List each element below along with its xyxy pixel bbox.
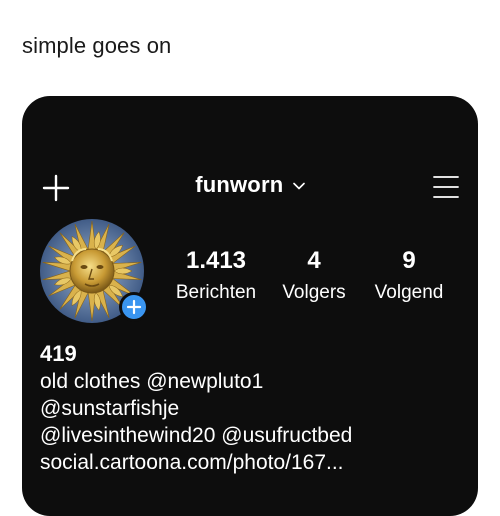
following-count-label: Volgend — [374, 282, 444, 303]
profile-username: funworn — [195, 172, 284, 197]
bio-line: @sunstarfishje — [40, 395, 470, 422]
profile-display-name: 419 — [40, 341, 77, 366]
post-caption: simple goes on — [22, 33, 172, 58]
bio-line: @livesinthewind20 @usufructbed — [40, 422, 470, 449]
followers-count-value: 4 — [307, 247, 321, 274]
bio-line: old clothes @newpluto1 — [40, 368, 470, 395]
bio-mention-usufructbed[interactable]: @usufructbed — [221, 424, 352, 447]
chevron-down-icon — [292, 177, 305, 195]
instagram-profile-screenshot: funworn 1.413 Berichten 4 Volgers 9 Volg… — [22, 96, 478, 516]
posts-count-value: 1.413 — [185, 247, 247, 274]
account-switcher[interactable]: funworn — [22, 172, 478, 198]
bio-mention-newpluto1[interactable]: @newpluto1 — [146, 370, 263, 393]
add-story-plus-icon[interactable] — [119, 292, 149, 322]
hamburger-menu-icon[interactable] — [433, 174, 459, 200]
bio-text: old clothes — [40, 370, 147, 393]
posts-count-label: Berichten — [175, 282, 257, 303]
following-count[interactable]: 9 Volgend — [363, 247, 455, 305]
bio-mention-livesinthewind20[interactable]: @livesinthewind20 — [40, 424, 215, 447]
following-count-value: 9 — [402, 247, 416, 274]
bio-line: social.cartoona.com/photo/167... — [40, 449, 470, 476]
posts-count[interactable]: 1.413 Berichten — [170, 247, 262, 305]
bio-mention-sunstarfishje[interactable]: @sunstarfishje — [40, 397, 179, 420]
followers-count-label: Volgers — [282, 282, 346, 303]
profile-bio: 419 old clothes @newpluto1 @sunstarfishj… — [40, 340, 470, 476]
bio-website-link[interactable]: social.cartoona.com/photo/167... — [40, 451, 344, 474]
followers-count[interactable]: 4 Volgers — [272, 247, 356, 305]
